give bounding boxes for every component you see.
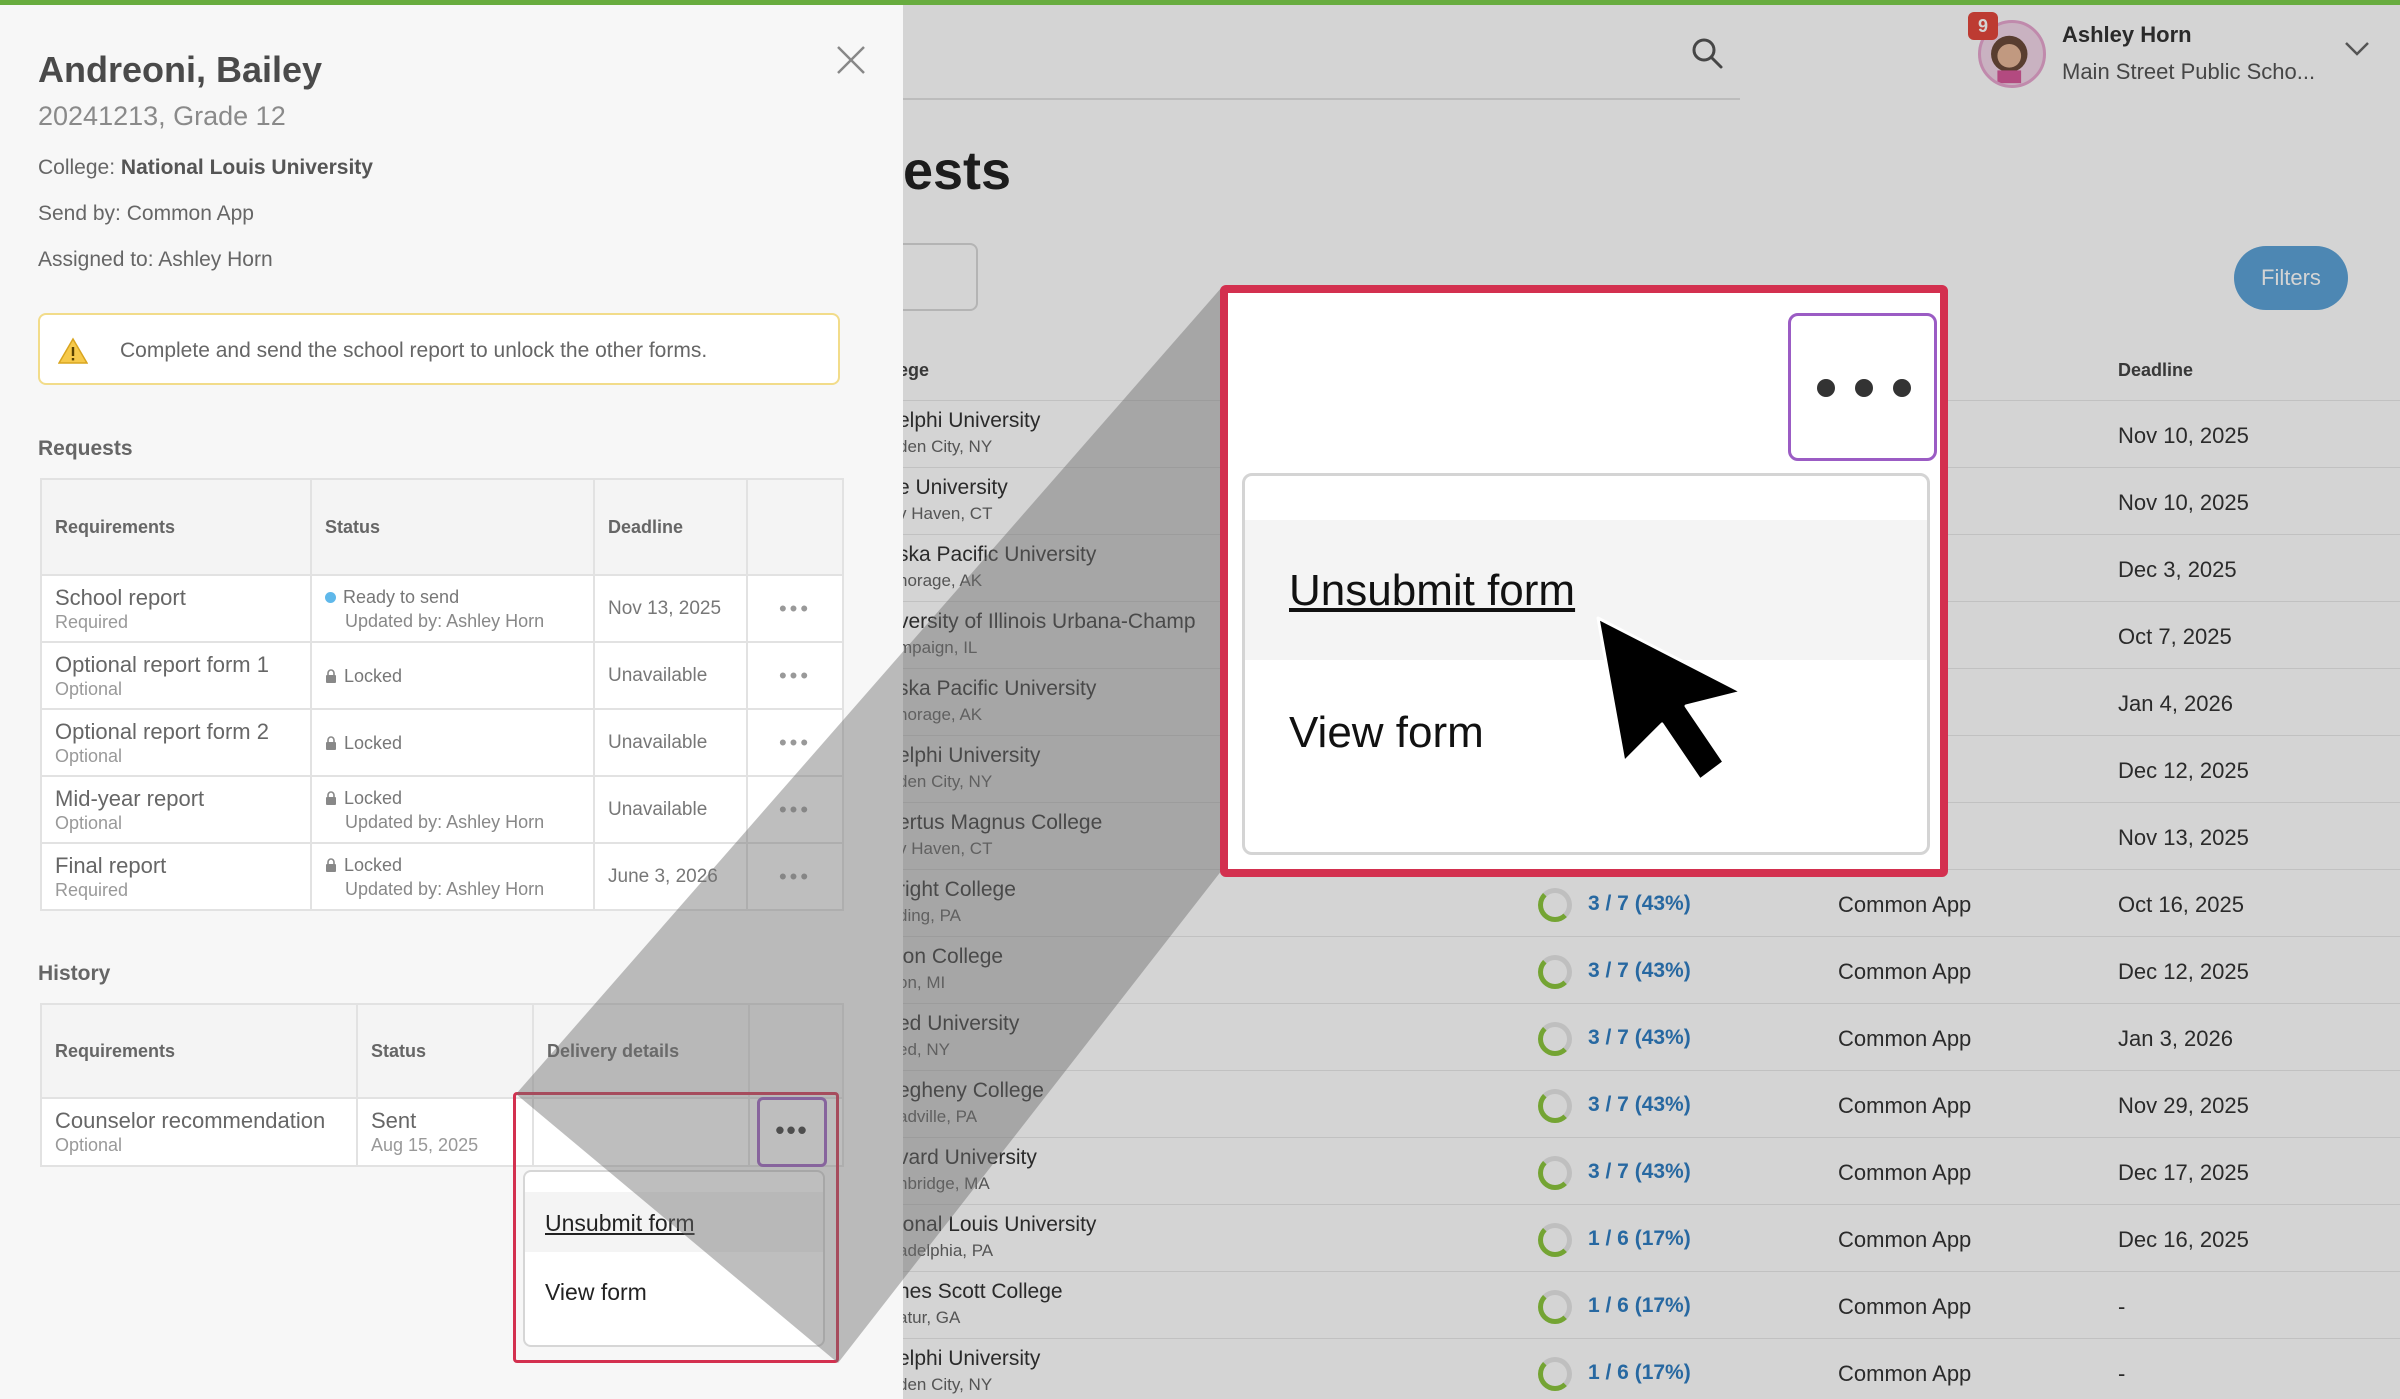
college-line: College: National Louis University xyxy=(38,156,373,180)
row-actions-cell[interactable]: ••• xyxy=(746,842,844,911)
lock-icon xyxy=(326,857,336,872)
more-options-icon-dot xyxy=(1893,379,1911,397)
lock-icon xyxy=(326,668,336,683)
requirement-type: Required xyxy=(55,879,129,900)
status-label: Locked xyxy=(325,853,580,877)
status-label: Locked xyxy=(325,786,580,810)
request-row: Optional report form 1 Optional Locked Unav… xyxy=(40,641,844,710)
requirement-type: Required xyxy=(55,611,129,632)
more-options-icon[interactable]: ••• xyxy=(761,730,829,756)
more-options-icon[interactable]: ••• xyxy=(761,797,829,823)
send-by-line: Send by: Common App xyxy=(38,202,254,225)
status-label: Ready to send xyxy=(325,585,580,609)
row-actions-cell[interactable]: ••• xyxy=(746,574,844,643)
zoomed-more-options-button[interactable] xyxy=(1788,313,1937,461)
more-options-icon xyxy=(1817,379,1835,397)
requests-section-title: Requests xyxy=(38,437,133,460)
close-icon[interactable] xyxy=(834,43,868,77)
more-options-icon: ••• xyxy=(775,1115,809,1145)
row-actions-cell[interactable]: ••• xyxy=(746,708,844,777)
zoomed-menu-item-unsubmit[interactable]: Unsubmit form xyxy=(1289,566,1575,616)
requests-panel-table: Requirements Status Deadline School repo… xyxy=(40,478,844,911)
history-requirement-name: Counselor recommendation xyxy=(55,1108,326,1133)
lock-icon xyxy=(326,790,336,805)
history-header-actions xyxy=(748,1003,844,1099)
status-text: Ready to send xyxy=(343,586,460,607)
requirement-name: Optional report form 1 xyxy=(55,651,269,677)
more-options-icon[interactable]: ••• xyxy=(761,663,829,689)
requirement-name: Mid-year report xyxy=(55,785,205,811)
history-requirement-type: Optional xyxy=(55,1135,123,1155)
request-row: Final report Required Locked Updated by: As… xyxy=(40,842,844,911)
alert-box: Complete and send the school report to u… xyxy=(38,313,840,385)
student-name: Andreoni, Bailey xyxy=(38,49,323,90)
history-header-requirements: Requirements xyxy=(40,1003,358,1099)
assigned-to-line: Assigned to: Ashley Horn xyxy=(38,248,273,271)
requirement-name: Final report xyxy=(55,852,167,878)
request-row: School report Required Ready to send Update… xyxy=(40,574,844,643)
more-options-icon-dot xyxy=(1855,379,1873,397)
requests-header-status: Status xyxy=(310,478,595,576)
status-updated-by: Updated by: Ashley Horn xyxy=(345,610,545,631)
more-options-icon[interactable]: ••• xyxy=(761,596,829,622)
zoomed-callout: Unsubmit form View form xyxy=(1220,285,1948,877)
ready-status-dot xyxy=(325,591,336,603)
more-options-icon[interactable]: ••• xyxy=(761,864,829,890)
requirement-type: Optional xyxy=(55,745,123,766)
college-label: College: xyxy=(38,156,116,179)
request-row: Optional report form 2 Optional Locked Unav… xyxy=(40,708,844,777)
alert-text: Complete and send the school report to u… xyxy=(120,339,708,362)
cursor-arrow-icon xyxy=(1596,616,1744,782)
requirement-name: School report xyxy=(55,584,186,610)
history-section-title: History xyxy=(38,962,111,985)
status-updated-by: Updated by: Ashley Horn xyxy=(345,878,545,899)
status-text: Locked xyxy=(344,787,403,808)
requirement-deadline: Nov 13, 2025 xyxy=(593,574,748,643)
row-actions-cell[interactable]: ••• xyxy=(746,775,844,844)
lock-icon xyxy=(326,735,336,750)
status-label: Locked xyxy=(325,664,580,688)
requirement-name: Optional report form 2 xyxy=(55,718,269,744)
requests-header-requirements: Requirements xyxy=(40,478,312,576)
requirement-type: Optional xyxy=(55,812,123,833)
more-options-button[interactable]: ••• xyxy=(757,1097,827,1167)
zoomed-actions-menu: Unsubmit form View form xyxy=(1242,473,1930,855)
student-id-grade: 20241213, Grade 12 xyxy=(38,101,286,131)
status-text: Locked xyxy=(344,854,403,875)
status-label: Locked xyxy=(325,731,580,755)
request-row: Mid-year report Optional Locked Updated by:… xyxy=(40,775,844,844)
status-updated-by: Updated by: Ashley Horn xyxy=(345,811,545,832)
requirement-deadline: Unavailable xyxy=(593,708,748,777)
history-header-delivery: Delivery details xyxy=(532,1003,750,1099)
status-text: Locked xyxy=(344,665,403,686)
menu-item-unsubmit[interactable]: Unsubmit form xyxy=(545,1210,695,1237)
requests-header-actions xyxy=(746,478,844,576)
zoomed-menu-item-view[interactable]: View form xyxy=(1289,708,1484,758)
menu-item-view[interactable]: View form xyxy=(545,1279,647,1306)
history-header-status: Status xyxy=(356,1003,534,1099)
requirement-deadline: June 3, 2026 xyxy=(593,842,748,911)
requirement-deadline: Unavailable xyxy=(593,641,748,710)
requests-header-deadline: Deadline xyxy=(593,478,748,576)
history-date: Aug 15, 2025 xyxy=(371,1135,479,1155)
row-actions-cell[interactable]: ••• xyxy=(746,641,844,710)
status-text: Locked xyxy=(344,732,403,753)
requirement-deadline: Unavailable xyxy=(593,775,748,844)
requirement-type: Optional xyxy=(55,678,123,699)
actions-menu: Unsubmit form View form xyxy=(523,1170,825,1347)
history-status: Sent xyxy=(371,1108,417,1133)
warning-icon xyxy=(58,337,88,364)
college-value: National Louis University xyxy=(120,156,373,179)
